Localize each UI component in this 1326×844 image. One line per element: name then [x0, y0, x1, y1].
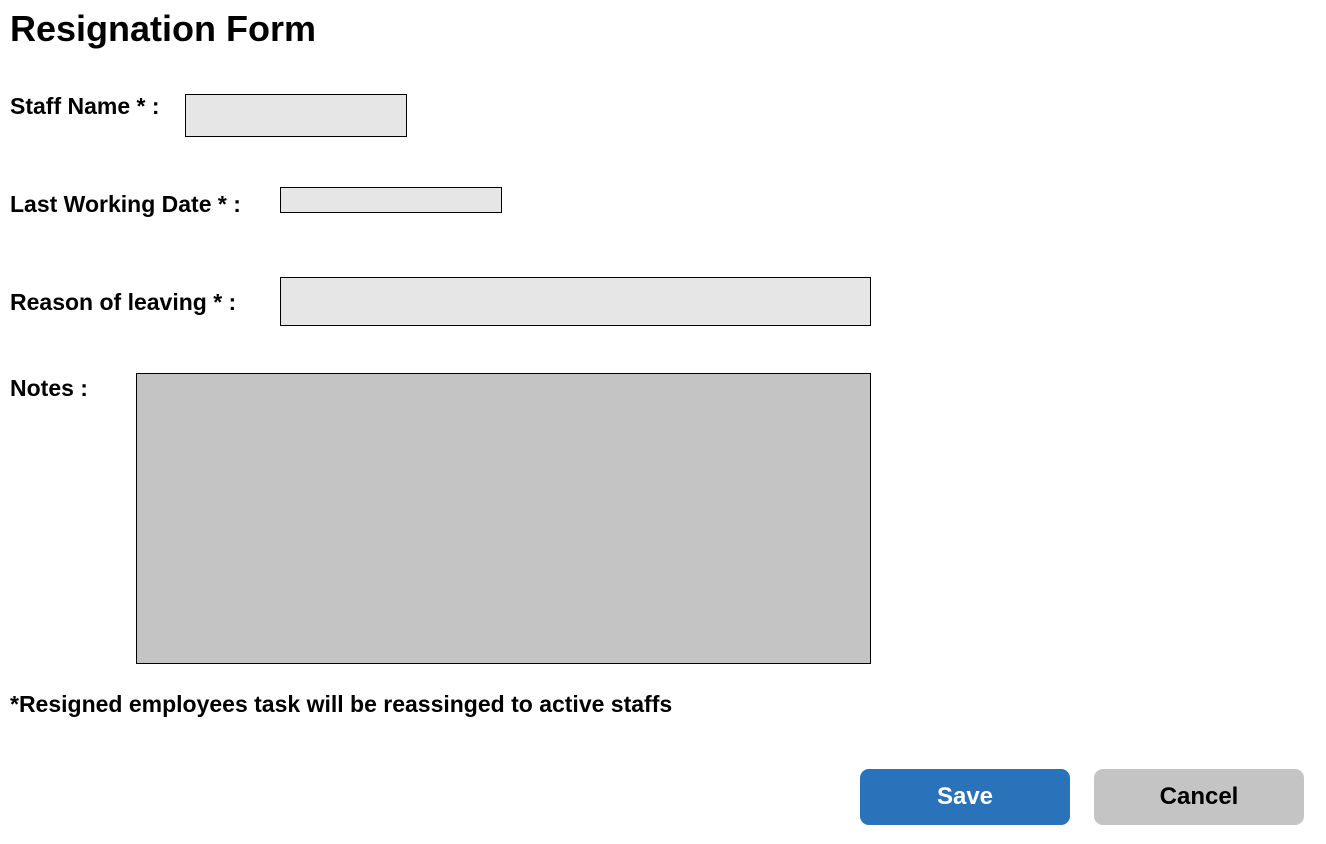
notes-label: Notes : — [10, 375, 88, 401]
reassignment-footnote: *Resigned employees task will be reassin… — [10, 691, 673, 717]
save-button[interactable]: Save — [860, 769, 1070, 825]
staff-name-input[interactable] — [185, 94, 407, 137]
notes-textarea[interactable] — [136, 373, 871, 664]
reason-of-leaving-label: Reason of leaving * : — [10, 289, 237, 315]
reason-of-leaving-input[interactable] — [280, 277, 871, 326]
cancel-button[interactable]: Cancel — [1094, 769, 1304, 825]
last-working-date-input[interactable] — [280, 187, 502, 213]
page-title: Resignation Form — [10, 8, 317, 49]
staff-name-label: Staff Name * : — [10, 93, 160, 119]
last-working-date-label: Last Working Date * : — [10, 191, 241, 217]
